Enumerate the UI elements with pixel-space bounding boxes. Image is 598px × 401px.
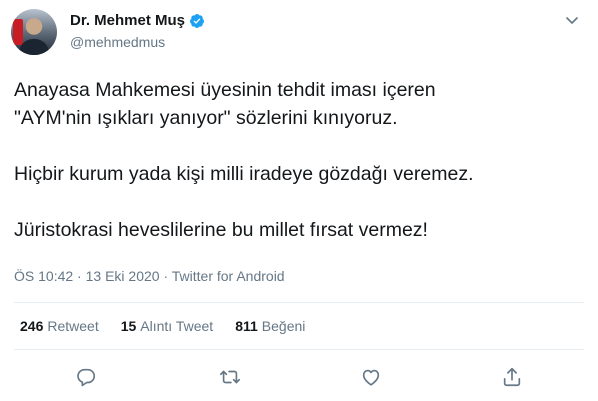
tweet-source[interactable]: Twitter for Android — [172, 268, 285, 284]
divider — [14, 302, 584, 303]
tweet-date[interactable]: 13 Eki 2020 — [86, 268, 160, 284]
tweet-time[interactable]: ÖS 10:42 — [14, 268, 73, 284]
share-icon[interactable] — [501, 366, 523, 388]
meta-separator: · — [73, 268, 86, 284]
heart-icon[interactable] — [360, 366, 382, 388]
author-handle[interactable]: @mehmedmus — [70, 34, 165, 50]
avatar[interactable] — [11, 9, 57, 55]
likes-count: 811 — [235, 318, 258, 334]
tweet-meta: ÖS 10:42 · 13 Eki 2020 · Twitter for And… — [14, 268, 285, 284]
quotes-label: Alıntı Tweet — [140, 318, 214, 334]
avatar-figure — [19, 39, 49, 55]
reply-icon[interactable] — [75, 366, 97, 388]
author-name-row: Dr. Mehmet Muş — [70, 12, 205, 29]
retweet-icon[interactable] — [219, 366, 241, 388]
likes-stat[interactable]: 811 Beğeni — [235, 318, 305, 334]
retweets-stat[interactable]: 246 Retweet — [20, 318, 99, 334]
divider — [14, 349, 584, 350]
flag-shape — [13, 19, 23, 45]
tweet-stats: 246 Retweet 15 Alıntı Tweet 811 Beğeni — [20, 318, 327, 334]
tweet-text: Anayasa Mahkemesi üyesinin tehdit iması … — [14, 76, 584, 244]
meta-separator: · — [159, 268, 172, 284]
chevron-down-icon[interactable] — [564, 12, 580, 28]
retweets-label: Retweet — [47, 318, 99, 334]
tweet-actions — [0, 366, 598, 390]
tweet-card: Dr. Mehmet Muş @mehmedmus Anayasa Mahkem… — [0, 0, 598, 401]
quotes-stat[interactable]: 15 Alıntı Tweet — [121, 318, 213, 334]
tweet-line: Hiçbir kurum yada kişi milli iradeye göz… — [14, 163, 474, 185]
verified-badge-icon — [189, 13, 205, 29]
tweet-line: Jüristokrasi heveslilerine bu millet fır… — [14, 219, 428, 241]
author-display-name[interactable]: Dr. Mehmet Muş — [70, 12, 185, 29]
retweets-count: 246 — [20, 318, 44, 334]
quotes-count: 15 — [120, 318, 137, 334]
likes-label: Beğeni — [261, 318, 306, 334]
tweet-line: Anayasa Mahkemesi üyesinin tehdit iması … — [14, 79, 436, 101]
tweet-line: "AYM'nin ışıkları yanıyor" sözlerini kın… — [14, 107, 398, 129]
